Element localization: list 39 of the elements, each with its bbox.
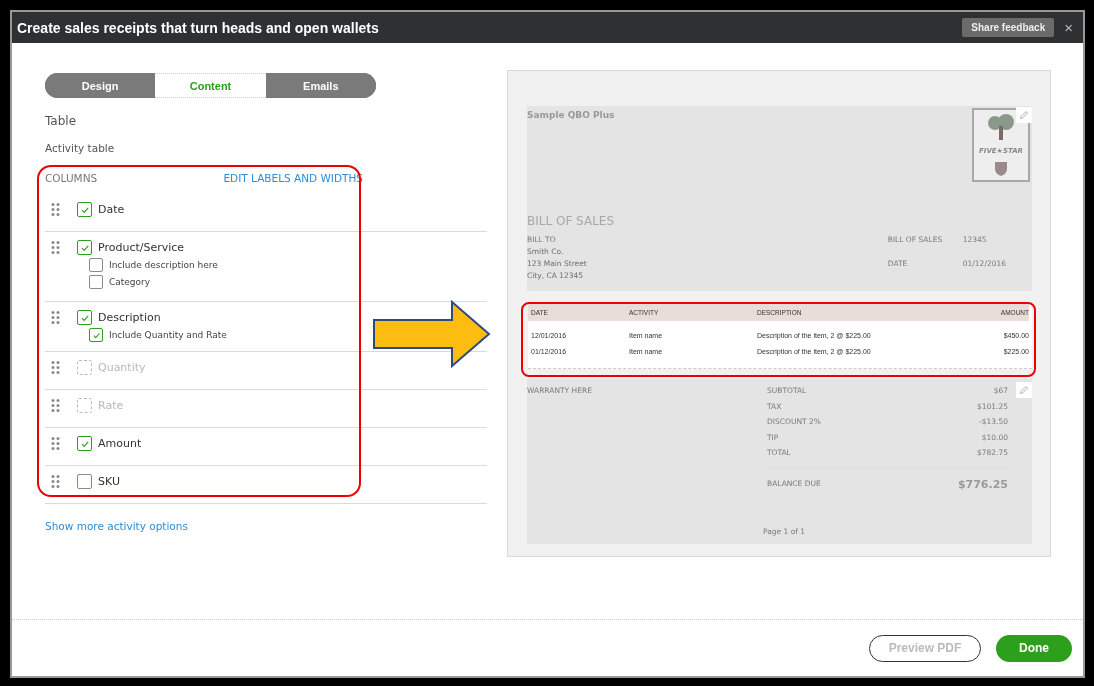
subsection-title: Activity table <box>45 142 116 154</box>
drag-handle-icon[interactable] <box>51 311 60 324</box>
checkbox[interactable] <box>77 202 92 217</box>
share-feedback-button[interactable]: Share feedback <box>962 18 1055 37</box>
drag-handle-icon[interactable] <box>51 437 60 450</box>
column-label: Quantity <box>98 361 146 374</box>
checkbox[interactable] <box>77 310 92 325</box>
company-name: Sample QBO Plus <box>527 110 616 120</box>
drag-handle-icon[interactable] <box>51 399 60 412</box>
column-label: Date <box>98 203 125 216</box>
checkbox[interactable] <box>89 258 103 272</box>
option-label: Include description here <box>109 260 218 270</box>
shield-icon <box>995 162 1007 177</box>
checkbox[interactable] <box>89 328 103 342</box>
show-more-link[interactable]: Show more activity options <box>45 520 487 532</box>
columns-heading: COLUMNS <box>45 172 98 184</box>
close-button[interactable]: × <box>1062 19 1075 36</box>
preview-pdf-button[interactable]: Preview PDF <box>869 634 981 662</box>
drag-handle-icon[interactable] <box>51 203 60 216</box>
checkbox[interactable] <box>89 275 103 289</box>
document-title: BILL OF SALES <box>527 214 616 228</box>
column-label: Product/Service <box>98 241 185 254</box>
option-label: Include Quantity and Rate <box>109 330 227 340</box>
column-label: Amount <box>98 437 142 450</box>
option-label: Category <box>109 277 151 287</box>
drag-handle-icon[interactable] <box>51 241 60 254</box>
checkbox[interactable] <box>77 240 92 255</box>
drag-handle-icon[interactable] <box>51 361 60 374</box>
checkbox[interactable] <box>77 436 92 451</box>
checkbox[interactable] <box>77 474 92 489</box>
balance-value: $776.25 <box>957 477 1008 491</box>
done-button[interactable]: Done <box>996 634 1072 662</box>
column-label: SKU <box>98 475 120 488</box>
column-label: Rate <box>98 399 124 412</box>
drag-handle-icon[interactable] <box>51 475 60 488</box>
window-title: Create sales receipts that turn heads and open wallets <box>17 19 380 36</box>
column-label: Description <box>98 311 161 324</box>
section-title: Table <box>45 114 78 128</box>
tab[interactable]: Content <box>155 73 266 98</box>
